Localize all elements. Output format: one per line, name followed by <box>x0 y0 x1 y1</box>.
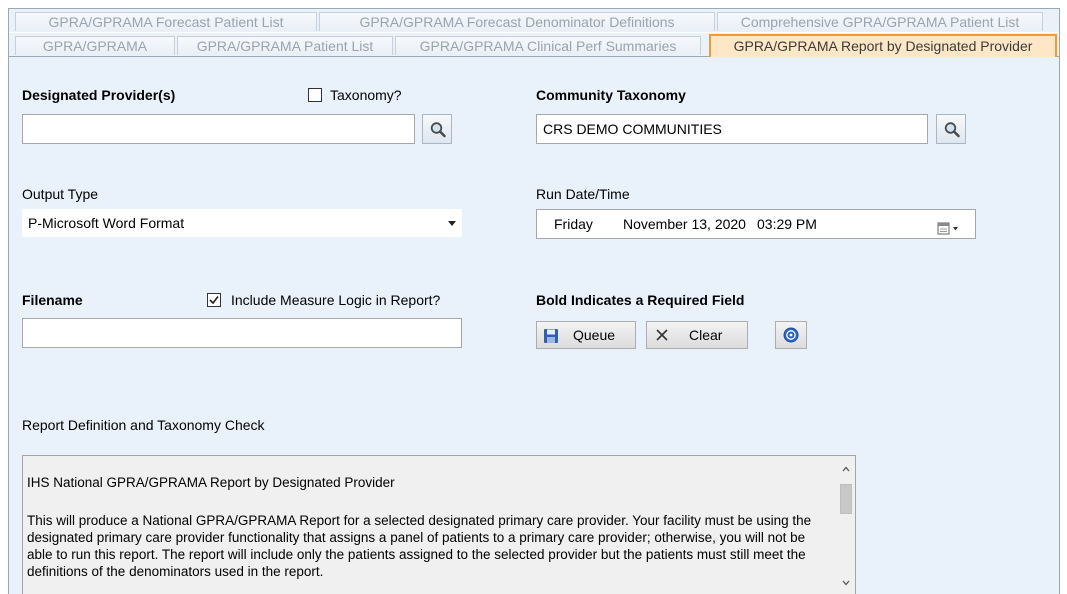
run-datetime-label: Run Date/Time <box>536 186 630 202</box>
tab-report-by-designated-provider[interactable]: GPRA/GPRAMA Report by Designated Provide… <box>709 34 1057 57</box>
output-type-value: P-Microsoft Word Format <box>28 215 185 231</box>
community-taxonomy-label: Community Taxonomy <box>536 87 686 103</box>
help-icon <box>783 327 799 343</box>
report-form-panel: Designated Provider(s) Taxonomy? Communi… <box>9 57 1059 594</box>
include-logic-label: Include Measure Logic in Report? <box>231 292 441 308</box>
tab-comprehensive-patient-list[interactable]: Comprehensive GPRA/GPRAMA Patient List <box>717 12 1043 31</box>
tab-gpra-patient-list[interactable]: GPRA/GPRAMA Patient List <box>177 36 393 55</box>
designated-provider-label: Designated Provider(s) <box>22 87 176 103</box>
tab-row-1: GPRA/GPRAMA Forecast Patient List GPRA/G… <box>9 9 1059 32</box>
provider-search-button[interactable] <box>422 114 452 144</box>
filename-input[interactable] <box>22 318 462 348</box>
taxonomy-label: Taxonomy? <box>330 87 402 103</box>
designated-provider-input[interactable] <box>22 114 415 144</box>
taxonomy-checkbox[interactable] <box>308 88 322 102</box>
clear-label: Clear <box>689 327 723 343</box>
queue-label: Queue <box>573 327 616 343</box>
chevron-down-icon[interactable] <box>841 578 851 588</box>
run-day: Friday <box>554 216 593 232</box>
output-type-label: Output Type <box>22 186 99 202</box>
community-search-button[interactable] <box>936 114 966 144</box>
report-definition-text[interactable]: IHS National GPRA/GPRAMA Report by Desig… <box>22 455 856 594</box>
run-date: November 13, 2020 <box>623 216 746 232</box>
calendar-dropdown-button[interactable] <box>937 217 963 235</box>
help-button[interactable] <box>775 321 807 349</box>
save-icon <box>544 329 558 343</box>
run-time: 03:29 PM <box>757 216 817 232</box>
required-field-note: Bold Indicates a Required Field <box>536 292 745 308</box>
queue-button[interactable]: Queue <box>536 321 636 349</box>
tab-gpra-gprama[interactable]: GPRA/GPRAMA <box>15 36 175 55</box>
report-scrollbar[interactable] <box>837 456 855 594</box>
report-description: This will produce a National GPRA/GPRAMA… <box>27 513 812 579</box>
scrollbar-thumb[interactable] <box>840 484 852 514</box>
tab-forecast-patient-list[interactable]: GPRA/GPRAMA Forecast Patient List <box>15 12 317 31</box>
chevron-up-icon[interactable] <box>841 464 851 474</box>
include-logic-checkbox[interactable] <box>207 293 221 307</box>
report-window: GPRA/GPRAMA Forecast Patient List GPRA/G… <box>8 8 1060 594</box>
calendar-icon <box>937 222 958 235</box>
search-icon <box>944 122 960 138</box>
community-taxonomy-input[interactable]: CRS DEMO COMMUNITIES <box>536 114 928 144</box>
clear-button[interactable]: Clear <box>646 321 748 349</box>
report-definition-label: Report Definition and Taxonomy Check <box>22 417 265 433</box>
report-title: IHS National GPRA/GPRAMA Report by Desig… <box>27 475 395 490</box>
search-icon <box>430 122 446 138</box>
checkmark-icon <box>209 296 219 305</box>
tab-clinical-perf-summaries[interactable]: GPRA/GPRAMA Clinical Perf Summaries <box>395 36 701 55</box>
run-datetime-picker[interactable]: Friday November 13, 2020 03:29 PM <box>536 209 976 239</box>
filename-label: Filename <box>22 292 83 308</box>
close-icon <box>656 329 668 341</box>
chevron-down-icon <box>448 221 456 226</box>
tab-forecast-denominator-definitions[interactable]: GPRA/GPRAMA Forecast Denominator Definit… <box>319 12 715 31</box>
tab-row-2: GPRA/GPRAMA GPRA/GPRAMA Patient List GPR… <box>9 33 1059 57</box>
output-type-select[interactable]: P-Microsoft Word Format <box>22 209 462 237</box>
